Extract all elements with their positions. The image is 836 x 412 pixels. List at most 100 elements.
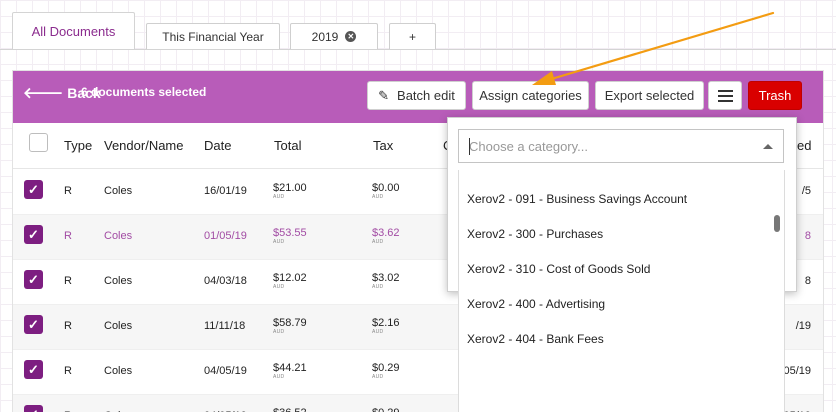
- cell-tax: $3.62 AUD: [372, 227, 400, 245]
- tax-currency: AUD: [372, 239, 384, 245]
- cell-type: R: [64, 275, 72, 287]
- row-checkbox[interactable]: ✓: [24, 405, 43, 412]
- cell-total: $58.79 AUD: [273, 317, 307, 335]
- row-checkbox[interactable]: ✓: [24, 360, 43, 379]
- cell-date: 04/05/19: [204, 365, 247, 377]
- cell-type: R: [64, 185, 72, 197]
- header-edge[interactable]: ed: [797, 138, 811, 153]
- tax-amount: $0.29: [372, 362, 400, 374]
- batch-edit-button[interactable]: ✎ Batch edit: [367, 81, 466, 110]
- tax-amount: $0.00: [372, 182, 400, 194]
- cell-total: $36.52AUD: [273, 407, 307, 412]
- more-menu-button[interactable]: [708, 81, 742, 110]
- cell-type: R: [64, 365, 72, 377]
- cell-edge: /19: [795, 320, 811, 332]
- cell-tax: $0.29AUD: [372, 362, 400, 380]
- tab-label: All Documents: [31, 24, 116, 39]
- cell-vendor: Coles: [104, 320, 133, 332]
- cell-total: $21.00 AUD: [273, 182, 307, 200]
- cell-date: 01/05/19: [204, 230, 247, 242]
- category-option[interactable]: Xerov2 - 091 - Business Savings Account: [467, 192, 687, 206]
- category-select[interactable]: [458, 129, 784, 163]
- cell-tax: $0.00 AUD: [372, 182, 400, 200]
- header-total[interactable]: Total: [274, 138, 301, 153]
- total-currency: AUD: [273, 239, 285, 245]
- cell-date: 04/03/18: [204, 275, 247, 287]
- cell-vendor: Coles: [104, 185, 133, 197]
- row-checkbox[interactable]: ✓: [24, 315, 43, 334]
- row-checkbox[interactable]: ✓: [24, 180, 43, 199]
- cell-date: 16/01/19: [204, 185, 247, 197]
- caret-up-icon[interactable]: [763, 144, 773, 149]
- category-option[interactable]: Xerov2 - 404 - Bank Fees: [467, 332, 604, 346]
- header-type[interactable]: Type: [64, 138, 92, 153]
- cell-tax: $3.02 AUD: [372, 272, 400, 290]
- total-amount: $21.00: [273, 182, 307, 194]
- header-vendor[interactable]: Vendor/Name: [104, 138, 184, 153]
- total-amount: $53.55: [273, 227, 307, 239]
- trash-label: Trash: [758, 88, 792, 103]
- total-amount: $58.79: [273, 317, 307, 329]
- cell-tax: $0.29AUD: [372, 407, 400, 412]
- select-all-checkbox[interactable]: [29, 133, 48, 152]
- batch-edit-label: Batch edit: [397, 88, 455, 103]
- cell-edge: 8: [804, 230, 811, 242]
- pencil-icon: ✎: [378, 87, 390, 103]
- options-scrollbar-thumb[interactable]: [774, 215, 780, 232]
- tab-2019[interactable]: 2019 ✕: [290, 23, 378, 49]
- total-currency: AUD: [273, 329, 285, 335]
- tax-currency: AUD: [372, 374, 384, 380]
- category-options-list: Xerov2 - 091 - Business Savings Account …: [458, 170, 785, 412]
- cell-date: 11/11/18: [204, 320, 246, 332]
- tax-amount: $2.16: [372, 317, 400, 329]
- category-search-input[interactable]: [459, 130, 759, 162]
- cell-total: $53.55 AUD: [273, 227, 307, 245]
- cell-total: $12.02 AUD: [273, 272, 307, 290]
- cell-edge: 8: [804, 275, 811, 287]
- assign-categories-button[interactable]: Assign categories: [472, 81, 589, 110]
- tax-amount: $0.29: [372, 407, 400, 412]
- total-amount: $12.02: [273, 272, 307, 284]
- tab-this-financial-year[interactable]: This Financial Year: [146, 23, 280, 49]
- tax-amount: $3.62: [372, 227, 400, 239]
- tab-label: This Financial Year: [162, 29, 264, 44]
- cell-type: R: [64, 230, 72, 242]
- row-checkbox[interactable]: ✓: [24, 225, 43, 244]
- category-option[interactable]: Xerov2 - 400 - Advertising: [467, 297, 605, 311]
- trash-button[interactable]: Trash: [748, 81, 802, 110]
- category-option[interactable]: Xerov2 - 300 - Purchases: [467, 227, 603, 241]
- header-date[interactable]: Date: [204, 138, 231, 153]
- cell-vendor: Coles: [104, 365, 133, 377]
- total-amount: $36.52: [273, 407, 307, 412]
- row-checkbox[interactable]: ✓: [24, 270, 43, 289]
- text-cursor: [469, 138, 470, 155]
- assign-categories-label: Assign categories: [479, 88, 582, 103]
- tab-all-documents[interactable]: All Documents: [12, 12, 135, 50]
- total-currency: AUD: [273, 284, 285, 290]
- document-tabs: All Documents This Financial Year 2019 ✕…: [0, 0, 836, 50]
- header-tax[interactable]: Tax: [373, 138, 393, 153]
- hamburger-icon: [717, 89, 733, 102]
- total-currency: AUD: [273, 194, 285, 200]
- assign-category-dropdown: Xerov2 - 091 - Business Savings Account …: [447, 117, 797, 412]
- tab-add[interactable]: +: [389, 23, 436, 49]
- cell-tax: $2.16 AUD: [372, 317, 400, 335]
- tab-divider: [0, 49, 836, 50]
- cell-total: $44.21 AUD: [273, 362, 307, 380]
- close-tab-icon[interactable]: ✕: [345, 31, 357, 42]
- category-option[interactable]: Xerov2 - 310 - Cost of Goods Sold: [467, 262, 650, 276]
- back-arrow-icon: 🡐: [23, 85, 64, 102]
- export-selected-label: Export selected: [604, 88, 695, 103]
- selected-count: 6 documents selected: [81, 85, 207, 99]
- cell-vendor: Coles: [104, 275, 133, 287]
- selection-toolbar: 🡐 Back 6 documents selected ✎ Batch edit…: [13, 71, 823, 123]
- tab-label: 2019: [311, 29, 339, 44]
- total-amount: $44.21: [273, 362, 307, 374]
- cell-vendor: Coles: [104, 230, 133, 242]
- tab-label: +: [408, 29, 416, 44]
- tax-currency: AUD: [372, 194, 384, 200]
- tax-currency: AUD: [372, 329, 384, 335]
- tax-currency: AUD: [372, 284, 384, 290]
- cell-type: R: [64, 320, 72, 332]
- export-selected-button[interactable]: Export selected: [595, 81, 704, 110]
